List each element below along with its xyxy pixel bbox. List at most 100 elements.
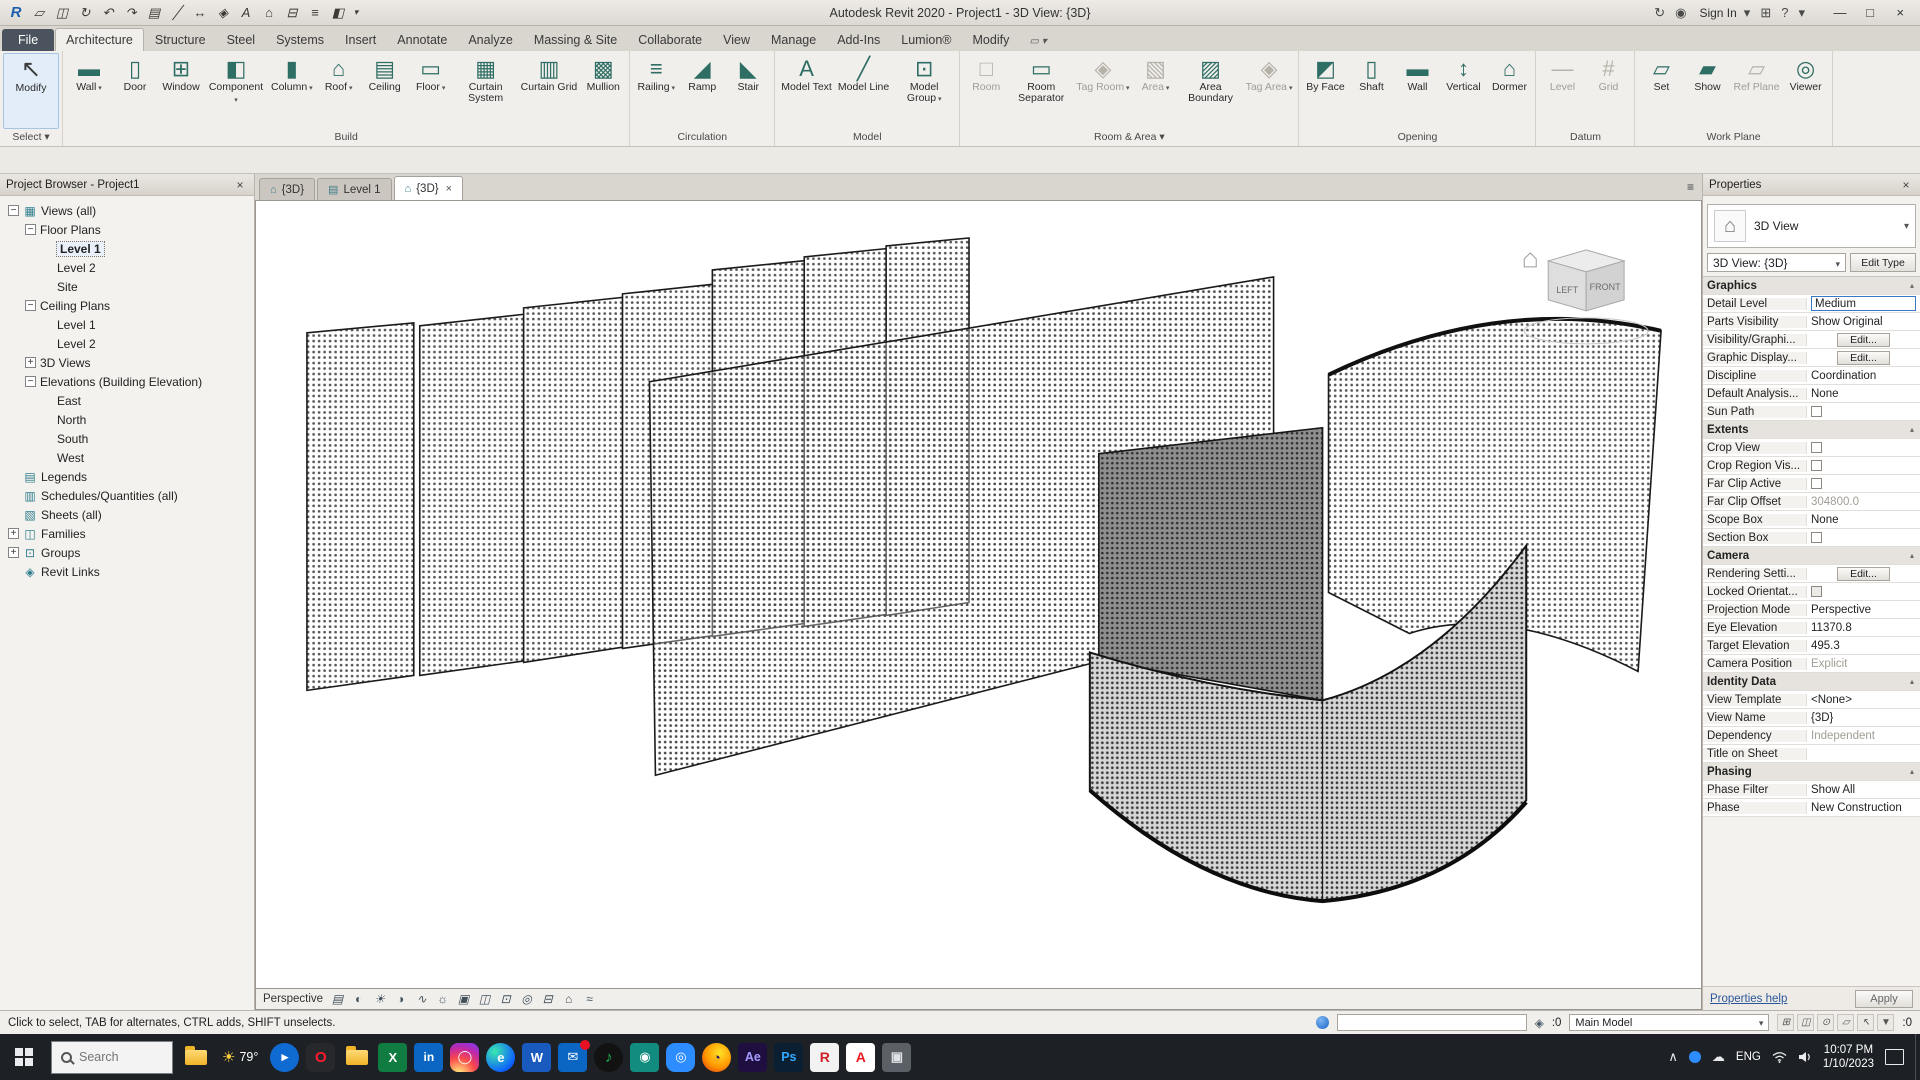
apply-button[interactable]: Apply xyxy=(1855,990,1913,1008)
property-row[interactable]: Extents ▴ xyxy=(1703,421,1920,439)
property-row[interactable]: Graphic Display... Edit... ▴ xyxy=(1703,349,1920,367)
taskbar-app-icon[interactable]: A xyxy=(846,1043,875,1072)
property-value[interactable] xyxy=(1807,442,1920,453)
ribbon-tab[interactable]: Lumion® xyxy=(891,29,961,51)
tree-item[interactable]: − Elevations (Building Elevation) xyxy=(0,372,254,391)
view-control-icon[interactable]: ▤ xyxy=(330,992,345,1006)
ribbon-button[interactable]: ◩ By Face xyxy=(1302,53,1348,129)
view-selector-combo[interactable]: 3D View: {3D} xyxy=(1707,253,1846,272)
taskbar-app-icon[interactable]: in xyxy=(414,1043,443,1072)
window-control-button[interactable]: □ xyxy=(1856,3,1884,23)
property-row[interactable]: Discipline Coordination ▴ xyxy=(1703,367,1920,385)
worksharing-status-icon[interactable] xyxy=(1316,1016,1329,1029)
qat-tool-icon[interactable]: ⌂ xyxy=(259,3,279,23)
qat-tool-icon[interactable]: ≡ xyxy=(305,3,325,23)
property-value[interactable]: 11370.8 xyxy=(1807,622,1920,634)
property-value[interactable]: Edit... xyxy=(1807,567,1920,581)
ribbon-tab[interactable]: Architecture xyxy=(55,28,144,52)
infocenter-item[interactable]: ◉ xyxy=(1675,5,1689,21)
ribbon-tab[interactable]: File xyxy=(2,29,54,51)
ribbon-button[interactable]: ↖ Modify xyxy=(3,53,59,129)
tree-item[interactable]: + ◫ Families xyxy=(0,524,254,543)
property-value[interactable]: Coordination xyxy=(1807,370,1920,382)
property-row[interactable]: Default Analysis... None ▴ xyxy=(1703,385,1920,403)
tray-app-icon[interactable] xyxy=(1689,1051,1701,1063)
section-collapse-icon[interactable]: ▴ xyxy=(1910,425,1920,434)
checkbox[interactable] xyxy=(1811,406,1822,417)
ribbon-button[interactable]: □ Room xyxy=(963,53,1009,129)
tree-item[interactable]: + ⊡ Groups xyxy=(0,543,254,562)
ribbon-toggle-icon[interactable]: ▾ xyxy=(1042,36,1047,47)
property-row[interactable]: Parts Visibility Show Original ▴ xyxy=(1703,313,1920,331)
property-row[interactable]: Phase New Construction ▴ xyxy=(1703,799,1920,817)
window-control-button[interactable]: — xyxy=(1826,3,1854,23)
tree-item[interactable]: − ▦ Views (all) xyxy=(0,201,254,220)
view-control-icon[interactable]: ≈ xyxy=(582,992,597,1006)
taskbar-app-icon[interactable]: e xyxy=(486,1043,515,1072)
taskbar-app-icon[interactable]: ▣ xyxy=(882,1043,911,1072)
property-row[interactable]: Title on Sheet ▴ xyxy=(1703,745,1920,763)
property-row[interactable]: Projection Mode Perspective ▴ xyxy=(1703,601,1920,619)
panel-label[interactable]: Circulation xyxy=(630,129,774,146)
expander-icon[interactable]: + xyxy=(8,547,19,558)
panel-label[interactable]: Work Plane xyxy=(1635,129,1831,146)
ribbon-tab[interactable]: Structure xyxy=(145,29,216,51)
ribbon-button[interactable]: ▭ Room Separator xyxy=(1009,53,1073,129)
property-value[interactable]: Perspective xyxy=(1807,604,1920,616)
property-value[interactable]: Explicit xyxy=(1807,658,1920,670)
view-tab-list-icon[interactable]: ≡ xyxy=(1687,180,1694,194)
property-value[interactable] xyxy=(1807,478,1920,489)
chevron-down-icon[interactable]: ▾ xyxy=(1904,221,1909,232)
qat-tool-icon[interactable]: A xyxy=(236,3,256,23)
taskbar-app-icon[interactable]: Ae xyxy=(738,1043,767,1072)
property-row[interactable]: Sun Path ▴ xyxy=(1703,403,1920,421)
view-control-icon[interactable]: ▣ xyxy=(456,992,471,1006)
ribbon-button[interactable]: ▮ Column xyxy=(268,53,316,129)
ribbon-button[interactable]: ― Level xyxy=(1539,53,1585,129)
property-row[interactable]: Camera ▴ xyxy=(1703,547,1920,565)
selection-toggle-icon[interactable]: ▼ xyxy=(1877,1014,1894,1031)
ribbon-tab[interactable]: Massing & Site xyxy=(524,29,627,51)
tree-item[interactable]: North xyxy=(0,410,254,429)
language-indicator[interactable]: ENG xyxy=(1736,1051,1761,1063)
taskbar-search[interactable] xyxy=(51,1041,173,1074)
expander-icon[interactable]: + xyxy=(8,528,19,539)
ribbon-button[interactable]: ▯ Shaft xyxy=(1348,53,1394,129)
ribbon-button[interactable]: ▨ Area Boundary xyxy=(1179,53,1243,129)
ribbon-tab[interactable]: Manage xyxy=(761,29,826,51)
ribbon-button[interactable]: ◎ Viewer xyxy=(1783,53,1829,129)
close-icon[interactable]: × xyxy=(1898,178,1914,192)
qat-tool-icon[interactable]: ⊟ xyxy=(282,3,302,23)
show-desktop-button[interactable] xyxy=(1915,1034,1920,1080)
property-row[interactable]: Far Clip Offset 304800.0 ▴ xyxy=(1703,493,1920,511)
property-row[interactable]: Phasing ▴ xyxy=(1703,763,1920,781)
ribbon-button[interactable]: ▰ Show xyxy=(1684,53,1730,129)
ribbon-tab[interactable]: Collaborate xyxy=(628,29,712,51)
qat-tool-icon[interactable]: ↻ xyxy=(75,3,95,23)
selection-toggle-icon[interactable]: ⊞ xyxy=(1777,1014,1794,1031)
property-value[interactable]: None xyxy=(1807,514,1920,526)
qat-tool-icon[interactable]: ◈ xyxy=(213,3,233,23)
close-icon[interactable]: × xyxy=(232,178,248,192)
ribbon-button[interactable]: ▥ Curtain Grid xyxy=(518,53,581,129)
ribbon-button[interactable]: ⌂ Roof xyxy=(316,53,362,129)
tree-item[interactable]: West xyxy=(0,448,254,467)
property-row[interactable]: Detail Level Medium ▴ xyxy=(1703,295,1920,313)
perspective-indicator[interactable]: Perspective xyxy=(263,993,323,1005)
view-control-icon[interactable]: ⌂ xyxy=(561,992,576,1006)
taskbar-app-icon[interactable]: O xyxy=(306,1043,335,1072)
ribbon-tab[interactable]: Insert xyxy=(335,29,386,51)
checkbox[interactable] xyxy=(1811,442,1822,453)
panel-label[interactable]: Datum xyxy=(1536,129,1634,146)
checkbox[interactable] xyxy=(1811,532,1822,543)
property-row[interactable]: Phase Filter Show All ▴ xyxy=(1703,781,1920,799)
expander-icon[interactable]: − xyxy=(25,376,36,387)
checkbox[interactable] xyxy=(1811,586,1822,597)
property-value[interactable]: 304800.0 xyxy=(1807,496,1920,508)
property-row[interactable]: Locked Orientat... ▴ xyxy=(1703,583,1920,601)
mesh-panel[interactable] xyxy=(420,314,528,676)
property-row[interactable]: Eye Elevation 11370.8 ▴ xyxy=(1703,619,1920,637)
infocenter-item[interactable]: ▾ xyxy=(1798,5,1808,21)
search-input[interactable] xyxy=(79,1050,149,1064)
mesh-panel[interactable] xyxy=(524,297,628,663)
